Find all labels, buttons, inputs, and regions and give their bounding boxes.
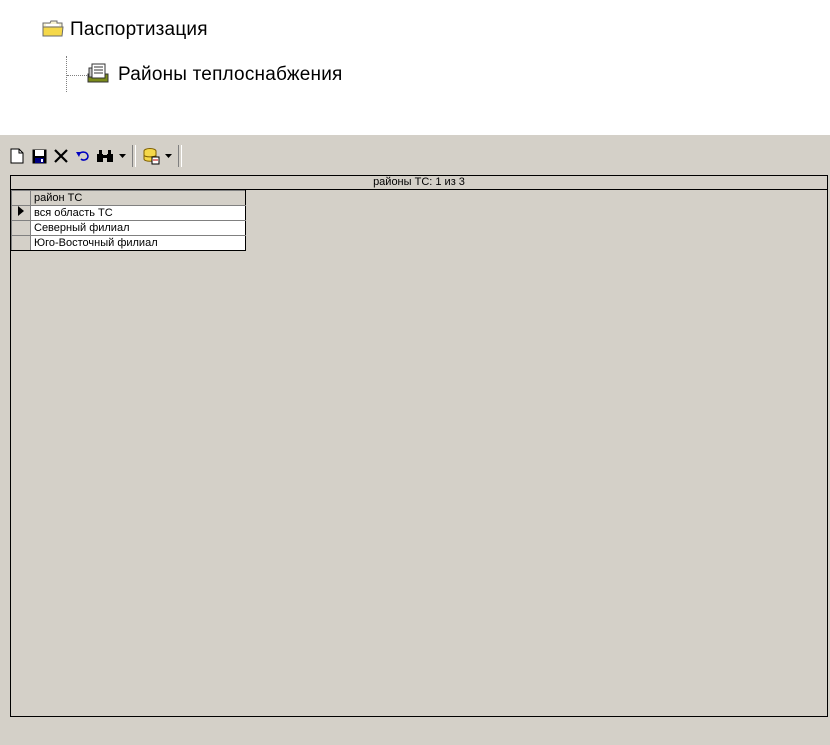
delete-icon[interactable] <box>50 144 72 168</box>
find-dropdown-arrow-icon[interactable] <box>116 144 128 168</box>
data-grid[interactable]: районы ТС: 1 из 3 район ТС вся область Т… <box>10 175 828 717</box>
tree-node-label: Паспортизация <box>70 19 208 40</box>
tree-node-passportization[interactable]: Паспортизация <box>42 15 208 45</box>
row-indicator[interactable] <box>11 235 31 251</box>
folder-open-icon <box>42 18 64 43</box>
tree-node-heating-districts[interactable]: Районы теплоснабжения <box>64 59 343 91</box>
find-binoculars-icon[interactable] <box>94 144 116 168</box>
table-row[interactable]: Юго-Восточный филиал <box>11 235 246 251</box>
grid-cell[interactable]: Юго-Восточный филиал <box>30 235 246 251</box>
grid-cell[interactable]: Северный филиал <box>30 220 246 236</box>
tree-view: Паспортизация Районы теплоснабжения <box>0 0 830 135</box>
toolbar <box>6 142 186 170</box>
new-document-icon[interactable] <box>6 144 28 168</box>
table-row[interactable]: вся область ТС <box>11 205 246 221</box>
tree-node-label: Районы теплоснабжения <box>118 64 343 85</box>
save-icon[interactable] <box>28 144 50 168</box>
record-list-icon <box>86 62 110 89</box>
toolbar-separator <box>178 145 182 167</box>
table-row[interactable]: Северный филиал <box>11 220 246 236</box>
database-icon[interactable] <box>140 144 162 168</box>
current-row-pointer-icon[interactable] <box>11 205 31 221</box>
undo-icon[interactable] <box>72 144 94 168</box>
column-header-district[interactable]: район ТС <box>30 190 246 206</box>
row-indicator-header <box>11 190 31 206</box>
grid-header-row: район ТС <box>11 190 246 206</box>
grid-caption: районы ТС: 1 из 3 <box>11 176 827 190</box>
grid-cell[interactable]: вся область ТС <box>30 205 246 221</box>
row-indicator[interactable] <box>11 220 31 236</box>
toolbar-separator <box>132 145 136 167</box>
data-panel: районы ТС: 1 из 3 район ТС вся область Т… <box>0 135 830 745</box>
grid-table: район ТС вся область ТС Северный филиал … <box>11 190 246 251</box>
database-dropdown-arrow-icon[interactable] <box>162 144 174 168</box>
